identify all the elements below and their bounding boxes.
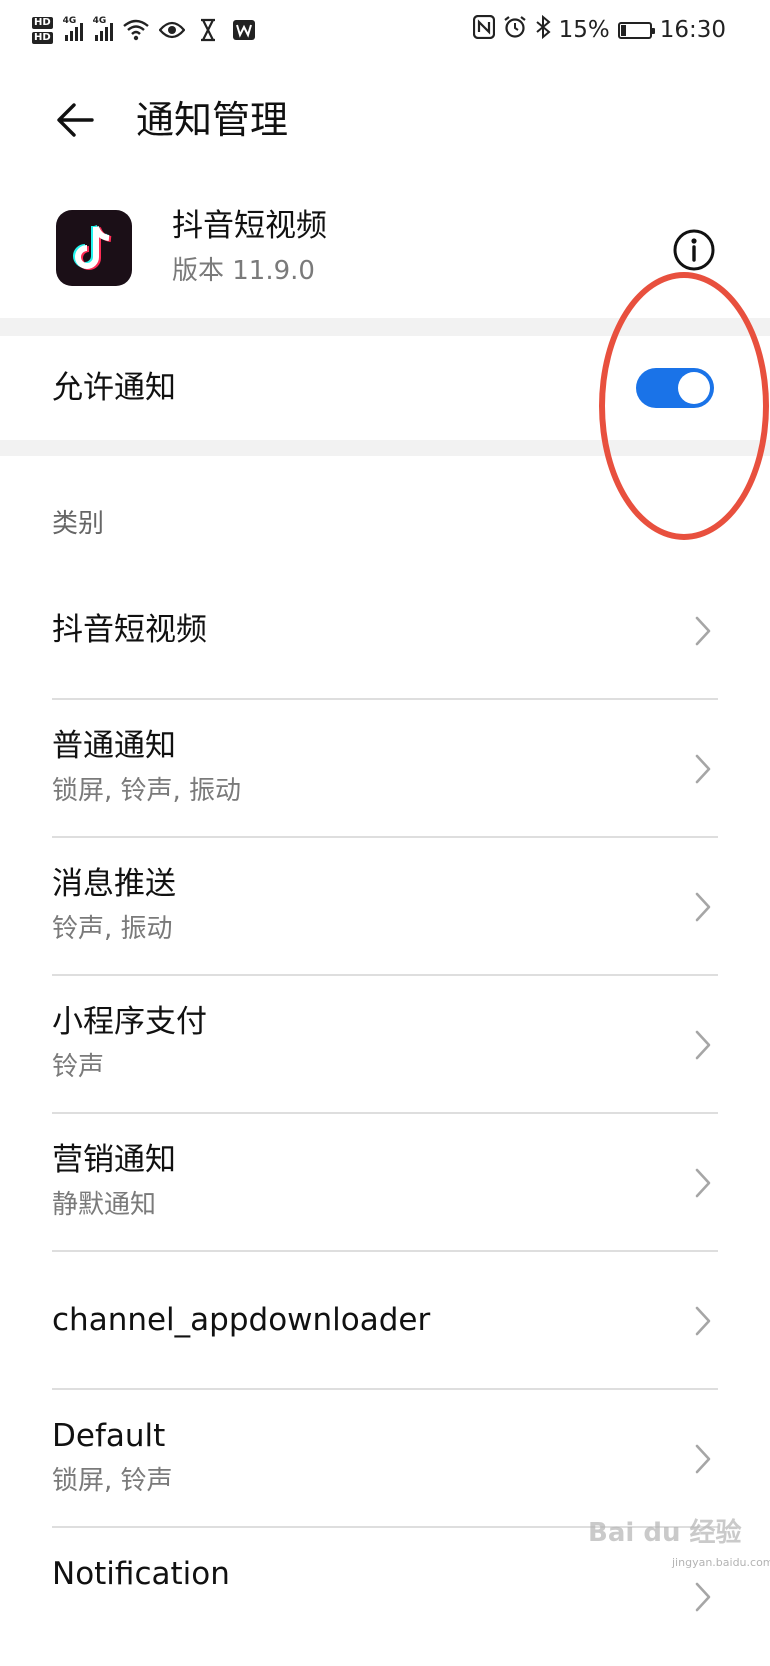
item-title: 营销通知 bbox=[52, 1142, 176, 1178]
allow-notifications-row[interactable]: 允许通知 bbox=[0, 336, 770, 440]
baidu-watermark: Bai du 经验 bbox=[588, 1518, 742, 1548]
hd1-badge: HD bbox=[32, 16, 53, 29]
allow-notifications-toggle[interactable] bbox=[636, 368, 714, 408]
item-title: 普通通知 bbox=[52, 728, 176, 764]
item-title: Default bbox=[52, 1418, 166, 1454]
hd2-badge: HD bbox=[32, 31, 53, 44]
signal-icon-2: 4G bbox=[92, 16, 113, 41]
chevron-right-icon bbox=[695, 754, 711, 784]
category-section-header: 类别 bbox=[52, 509, 105, 539]
chevron-right-icon bbox=[695, 1030, 711, 1060]
wps-icon bbox=[231, 17, 257, 43]
chevron-right-icon bbox=[695, 1444, 711, 1474]
hd-indicator: HD HD bbox=[32, 16, 53, 44]
app-version: 版本 11.9.0 bbox=[172, 256, 315, 286]
baidu-watermark-url: jingyan.baidu.com bbox=[672, 1556, 770, 1569]
info-icon bbox=[673, 229, 715, 271]
back-arrow-icon bbox=[57, 103, 94, 137]
clock-time: 16:30 bbox=[659, 17, 726, 43]
title-bar: 通知管理 bbox=[0, 78, 770, 166]
list-item[interactable]: 小程序支付 铃声 bbox=[0, 976, 770, 1114]
app-name: 抖音短视频 bbox=[172, 208, 327, 244]
allow-notifications-label: 允许通知 bbox=[52, 370, 176, 406]
back-button[interactable] bbox=[52, 96, 100, 144]
section-gap-top bbox=[0, 318, 770, 336]
toggle-knob bbox=[678, 372, 710, 404]
item-title: 小程序支付 bbox=[52, 1004, 207, 1040]
network-type-1: 4G bbox=[62, 16, 77, 26]
page-title: 通知管理 bbox=[136, 98, 289, 142]
section-gap-bottom bbox=[0, 440, 770, 456]
status-bar: HD HD 4G 4G 15% 16:30 bbox=[0, 0, 770, 62]
item-subtitle: 静默通知 bbox=[52, 1190, 157, 1220]
eye-icon bbox=[158, 17, 185, 43]
list-item[interactable]: 消息推送 铃声, 振动 bbox=[0, 838, 770, 976]
item-subtitle: 铃声, 振动 bbox=[52, 914, 173, 944]
item-title: 消息推送 bbox=[52, 866, 176, 902]
hourglass-icon bbox=[195, 17, 221, 43]
item-title: 抖音短视频 bbox=[52, 612, 207, 648]
signal-icon: 4G bbox=[62, 16, 83, 41]
battery-icon bbox=[617, 21, 655, 39]
nfc-icon bbox=[472, 14, 495, 45]
item-subtitle: 铃声 bbox=[52, 1052, 105, 1082]
chevron-right-icon bbox=[695, 1306, 711, 1336]
list-item[interactable]: channel_appdownloader bbox=[0, 1252, 770, 1390]
battery-percent: 15% bbox=[558, 17, 610, 43]
app-info-button[interactable] bbox=[672, 228, 716, 272]
app-info-header: 抖音短视频 版本 11.9.0 bbox=[0, 192, 770, 312]
chevron-right-icon bbox=[695, 1168, 711, 1198]
bluetooth-icon bbox=[535, 14, 551, 45]
item-subtitle: 锁屏, 铃声, 振动 bbox=[52, 776, 242, 806]
list-item[interactable]: 普通通知 锁屏, 铃声, 振动 bbox=[0, 700, 770, 838]
category-list: 抖音短视频 普通通知 锁屏, 铃声, 振动 消息推送 铃声, 振动 小程序支付 … bbox=[0, 562, 770, 1666]
tiktok-app-icon bbox=[56, 210, 132, 286]
chevron-right-icon bbox=[695, 616, 711, 646]
chevron-right-icon bbox=[695, 892, 711, 922]
item-title: channel_appdownloader bbox=[52, 1302, 431, 1338]
alarm-icon bbox=[503, 15, 527, 45]
wifi-icon bbox=[122, 17, 149, 43]
list-item[interactable]: Default 锁屏, 铃声 bbox=[0, 1390, 770, 1528]
list-item[interactable]: 营销通知 静默通知 bbox=[0, 1114, 770, 1252]
item-title: Notification bbox=[52, 1556, 230, 1592]
list-item[interactable]: 抖音短视频 bbox=[0, 562, 770, 700]
chevron-right-icon bbox=[695, 1582, 711, 1612]
network-type-2: 4G bbox=[92, 16, 107, 26]
item-subtitle: 锁屏, 铃声 bbox=[52, 1466, 173, 1496]
